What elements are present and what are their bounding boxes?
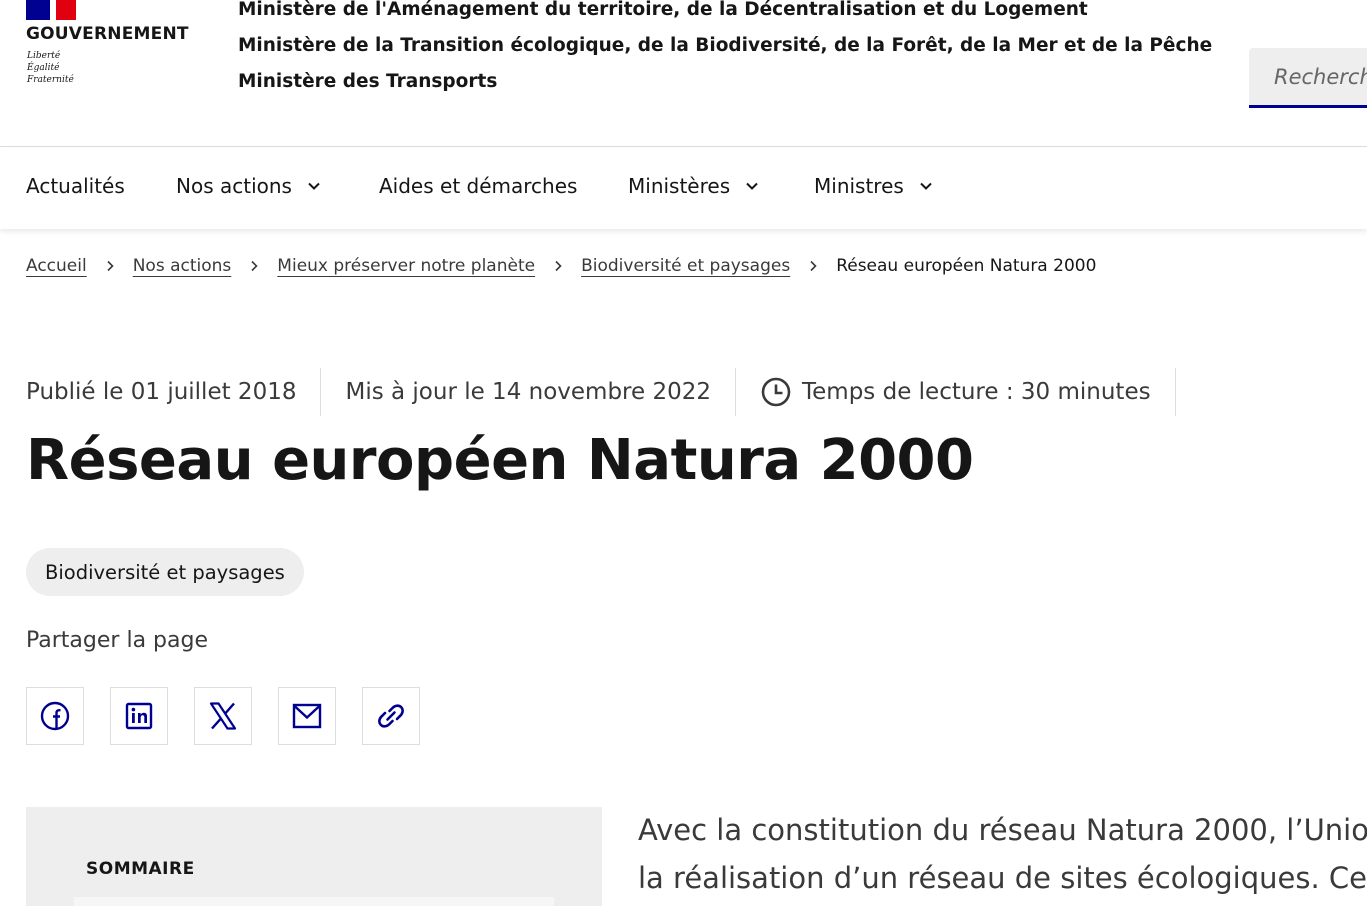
chevron-right-icon xyxy=(251,260,258,272)
nav-item-ministres[interactable]: Ministres xyxy=(814,174,934,198)
article-meta: Publié le 01 juillet 2018 Mis à jour le … xyxy=(26,368,1200,416)
ministry-name: Ministère de l'Aménagement du territoire… xyxy=(238,0,1088,20)
breadcrumb-link-nos-actions[interactable]: Nos actions xyxy=(133,256,232,276)
meta-divider xyxy=(1174,368,1176,416)
government-logo[interactable]: GOUVERNEMENT Liberté Égalité Fraternité xyxy=(26,0,196,100)
nav-item-label: Aides et démarches xyxy=(379,174,578,198)
share-linkedin-button[interactable] xyxy=(110,687,168,745)
chevron-right-icon xyxy=(555,260,562,272)
nav-item-label: Nos actions xyxy=(176,174,292,198)
nav-item-aides-demarches[interactable]: Aides et démarches xyxy=(379,174,577,198)
search-bar xyxy=(1249,48,1367,108)
updated-date: Mis à jour le 14 novembre 2022 xyxy=(345,379,711,405)
meta-divider xyxy=(320,368,322,416)
share-facebook-button[interactable] xyxy=(26,687,84,745)
meta-divider xyxy=(735,368,736,416)
republic-motto: Liberté Égalité Fraternité xyxy=(27,51,74,85)
nav-item-ministeres[interactable]: Ministères xyxy=(628,174,760,198)
chevron-right-icon xyxy=(107,260,114,272)
facebook-icon xyxy=(40,701,70,731)
toc-title: SOMMAIRE xyxy=(86,859,195,879)
government-name: GOUVERNEMENT xyxy=(26,24,189,44)
mail-icon xyxy=(292,703,322,729)
link-icon xyxy=(378,704,404,728)
table-of-contents: SOMMAIRE xyxy=(26,807,602,906)
published-date: Publié le 01 juillet 2018 xyxy=(26,379,297,405)
intro-line: la réalisation d’un réseau de sites écol… xyxy=(638,861,1367,895)
x-icon xyxy=(209,702,237,730)
nav-item-label: Ministres xyxy=(814,174,904,198)
breadcrumb-link-accueil[interactable]: Accueil xyxy=(26,256,87,276)
intro-paragraph: Avec la constitution du réseau Natura 20… xyxy=(638,806,1367,906)
share-mail-button[interactable] xyxy=(278,687,336,745)
intro-line: Avec la constitution du réseau Natura 20… xyxy=(638,813,1367,847)
chevron-down-icon xyxy=(746,182,758,190)
linkedin-icon xyxy=(125,702,153,730)
nav-item-nos-actions[interactable]: Nos actions xyxy=(176,174,322,198)
breadcrumb-link-planete[interactable]: Mieux préserver notre planète xyxy=(277,256,535,276)
ministries-list: Ministère de l'Aménagement du territoire… xyxy=(238,0,1212,100)
search-input[interactable] xyxy=(1249,48,1367,105)
site-header: GOUVERNEMENT Liberté Égalité Fraternité … xyxy=(0,0,1367,146)
topic-tag[interactable]: Biodiversité et paysages xyxy=(26,548,304,596)
toc-list xyxy=(74,897,554,906)
share-label: Partager la page xyxy=(26,628,208,653)
main-navigation: Actualités Nos actions Aides et démarche… xyxy=(0,147,1367,229)
reading-time: Temps de lecture : 30 minutes xyxy=(760,368,1175,416)
clock-icon xyxy=(761,377,791,407)
share-x-button[interactable] xyxy=(194,687,252,745)
breadcrumb: Accueil Nos actions Mieux préserver notr… xyxy=(26,256,1096,276)
nav-item-actualites[interactable]: Actualités xyxy=(26,174,125,198)
ministry-name: Ministère des Transports xyxy=(238,71,498,92)
breadcrumb-link-biodiversite[interactable]: Biodiversité et paysages xyxy=(581,256,790,276)
nav-item-label: Actualités xyxy=(26,174,125,198)
copy-link-button[interactable] xyxy=(362,687,420,745)
breadcrumb-current: Réseau européen Natura 2000 xyxy=(836,256,1097,276)
chevron-down-icon xyxy=(920,182,932,190)
chevron-right-icon xyxy=(810,260,817,272)
french-flag-icon xyxy=(26,0,76,20)
chevron-down-icon xyxy=(308,182,320,190)
nav-item-label: Ministères xyxy=(628,174,731,198)
page-title: Réseau européen Natura 2000 xyxy=(26,428,974,493)
ministry-name: Ministère de la Transition écologique, d… xyxy=(238,35,1213,56)
